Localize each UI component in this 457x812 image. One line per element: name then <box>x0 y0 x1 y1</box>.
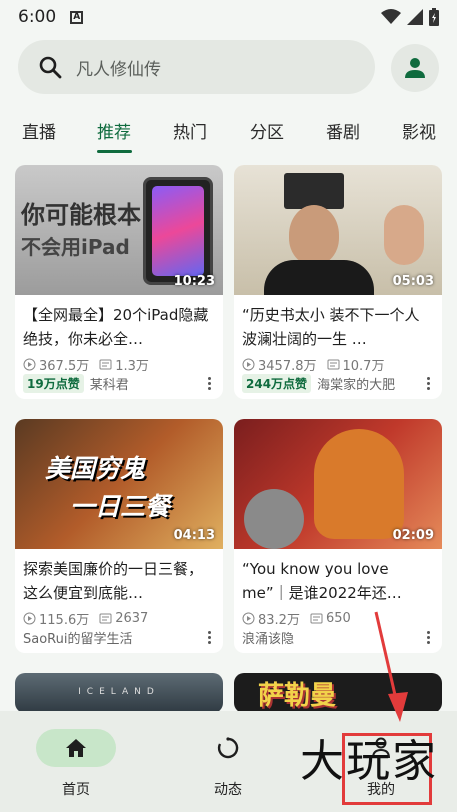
annotation-arrow <box>374 611 408 722</box>
watermark: 大玩家 <box>300 736 438 787</box>
